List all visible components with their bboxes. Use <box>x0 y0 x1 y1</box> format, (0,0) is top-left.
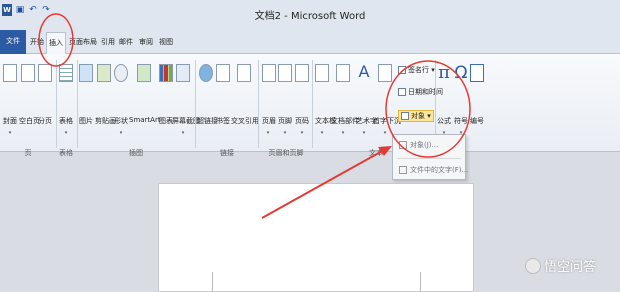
tab-review[interactable]: 审阅 <box>138 32 154 54</box>
margin-mark <box>420 272 421 292</box>
tab-insert[interactable]: 插入 <box>46 32 66 55</box>
picture-button[interactable]: 图片 <box>79 64 93 126</box>
ribbon-tabs: 文件 开始 插入 页面布局 引用 邮件 审阅 视图 <box>0 28 620 55</box>
wordart-button[interactable]: A 艺术字 ▾ <box>356 62 377 137</box>
group-links-label: 链接 <box>220 149 234 157</box>
shapes-icon <box>114 64 128 82</box>
chart-button[interactable]: 图表 <box>159 64 173 126</box>
signature-line-button[interactable]: 签名行 ▾ <box>398 65 435 75</box>
table-button[interactable]: 表格 ▾ <box>58 64 74 136</box>
textbox-icon <box>315 64 329 82</box>
wordart-icon: A <box>358 62 370 81</box>
group-header-footer-label: 页眉和页脚 <box>268 149 304 157</box>
page-number-icon <box>295 64 309 82</box>
chart-icon <box>159 64 173 82</box>
table-icon <box>59 64 73 82</box>
picture-icon <box>79 64 93 82</box>
divider <box>195 60 196 148</box>
cross-reference-icon <box>237 64 251 82</box>
window-title: 文档2 - Microsoft Word <box>254 11 366 22</box>
equation-button[interactable]: π 公式 ▾ <box>436 62 452 137</box>
ribbon-insert <box>0 54 620 152</box>
divider <box>312 60 313 148</box>
group-illustrations-label: 插图 <box>129 149 143 157</box>
group-tables-label: 表格 <box>59 149 73 157</box>
symbol-button[interactable]: Ω 符号 ▾ <box>454 64 468 136</box>
tab-page-layout[interactable]: 页面布局 <box>68 32 98 54</box>
clipart-icon <box>97 64 111 82</box>
globe-icon <box>199 64 213 82</box>
tab-file[interactable]: 文件 <box>0 30 26 54</box>
header-button[interactable]: 页眉 ▾ <box>262 64 276 136</box>
drop-cap-icon <box>378 64 392 82</box>
omega-icon: Ω <box>454 63 468 83</box>
tab-home[interactable]: 开始 <box>28 32 46 54</box>
object-icon <box>401 112 409 120</box>
quick-parts-button[interactable]: 文档部件 ▾ <box>331 64 359 136</box>
drop-cap-button[interactable]: 首字下沉 ▾ <box>373 64 401 136</box>
calendar-icon <box>398 88 406 96</box>
object-button[interactable]: 对象 ▾ <box>398 110 434 122</box>
cover-page-icon <box>3 64 17 82</box>
tab-view[interactable]: 视图 <box>158 32 174 54</box>
object-icon <box>399 141 407 149</box>
divider <box>77 60 78 148</box>
signature-icon <box>398 66 406 74</box>
smartart-button[interactable]: SmartArt <box>129 64 161 124</box>
page-number-button[interactable]: 页码 ▾ <box>295 64 309 136</box>
header-icon <box>262 64 276 82</box>
tab-mailings[interactable]: 邮件 <box>118 32 134 54</box>
pi-icon: π <box>438 62 450 83</box>
smartart-icon <box>137 64 151 82</box>
wukong-logo-icon <box>525 257 541 274</box>
group-pages-label: 页 <box>24 149 32 157</box>
bookmark-icon <box>216 64 230 82</box>
bookmark-button[interactable]: 书签 <box>216 64 230 126</box>
clipart-button[interactable]: 剪贴画 <box>95 64 116 126</box>
blank-page-icon <box>21 64 35 82</box>
document-page[interactable] <box>158 183 474 292</box>
numbering-button[interactable]: 编号 <box>470 64 484 126</box>
screenshot-button[interactable]: 屏幕截图 ▾ <box>172 64 200 136</box>
page-break-button[interactable]: 分页 <box>38 64 52 126</box>
file-text-icon <box>399 166 407 174</box>
footer-button[interactable]: 页脚 ▾ <box>278 64 292 136</box>
page-break-icon <box>38 64 52 82</box>
screenshot-icon <box>176 64 190 82</box>
cross-reference-button[interactable]: 交叉引用 <box>231 64 259 126</box>
watermark: 悟空问答 <box>525 256 596 275</box>
textbox-button[interactable]: 文本框 ▾ <box>315 64 336 136</box>
title-bar: W ▣ ↶ ↷ 文档2 - Microsoft Word <box>0 0 620 28</box>
hyperlink-button[interactable]: 超链接 <box>197 64 218 126</box>
shapes-button[interactable]: 形状 ▾ <box>114 64 128 136</box>
cover-page-button[interactable]: 封面 ▾ <box>2 64 18 136</box>
group-text-label: 文本 <box>369 149 383 157</box>
tab-references[interactable]: 引用 <box>100 32 116 54</box>
margin-mark <box>212 272 213 292</box>
numbering-icon <box>470 64 484 82</box>
object-menu-item[interactable]: 对象(J)... <box>399 140 438 150</box>
blank-page-button[interactable]: 空白页 <box>19 64 40 126</box>
quick-parts-icon <box>336 64 350 82</box>
text-from-file-menu-item[interactable]: 文件中的文字(F)... <box>399 165 468 175</box>
footer-icon <box>278 64 292 82</box>
divider <box>397 158 461 159</box>
divider <box>56 60 57 148</box>
divider <box>258 60 259 148</box>
object-dropdown-menu: 对象(J)... 文件中的文字(F)... <box>392 134 468 180</box>
